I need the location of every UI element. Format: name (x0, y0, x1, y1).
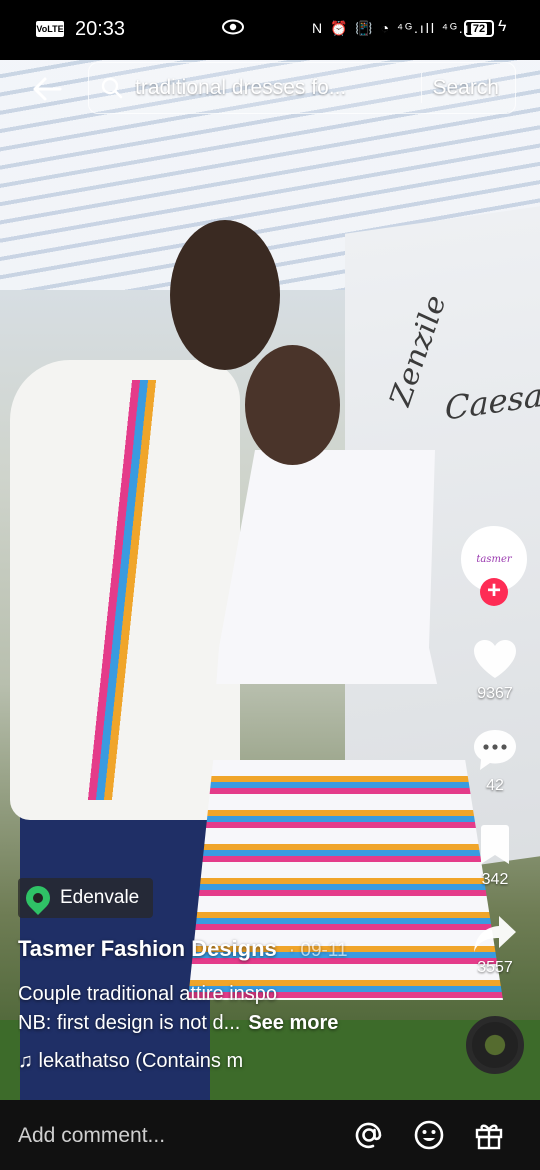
volte-badge: VoLTE 2 (36, 21, 64, 50)
caption-line-1: Couple traditional attire inspo (18, 983, 278, 1005)
bookmark-icon (481, 825, 509, 864)
location-name: Edenvale (60, 887, 140, 908)
back-button[interactable] (28, 70, 66, 108)
emoji-icon (414, 1120, 444, 1150)
like-button[interactable]: 9367 (465, 638, 525, 703)
woman-head (245, 345, 340, 465)
system-status-icons: N ⏰ 📳 ◔ ⁴ᴳ.ıll ⁴ᴳ.ıll (312, 20, 481, 36)
back-arrow-icon (33, 77, 62, 101)
battery-icon: 72 (464, 20, 494, 37)
charging-icon: ϟ (498, 18, 507, 35)
post-date: · 09-11 (288, 940, 348, 961)
share-button[interactable]: 3557 (465, 914, 525, 977)
heart-icon (474, 640, 516, 678)
emoji-button[interactable] (412, 1118, 446, 1152)
gift-icon (475, 1124, 503, 1150)
share-arrow-icon (474, 916, 516, 952)
status-bar: VoLTE 2 20:33 N ⏰ 📳 ◔ ⁴ᴳ.ıll ⁴ᴳ.ıll 72 ϟ (0, 0, 540, 60)
share-count: 3557 (477, 959, 513, 976)
search-divider (421, 73, 423, 103)
signage-text-caesar: Caesar (445, 373, 540, 428)
man-head (170, 220, 280, 370)
author-label: Tasmer Fashion Designs (18, 936, 277, 961)
see-more-link[interactable]: See more (248, 1012, 338, 1034)
search-input[interactable]: traditional dresses fo... (135, 76, 411, 100)
caption-line-2: NB: first design is not d... (18, 1012, 241, 1034)
signage-text-zenzile: Zenzile (382, 292, 454, 410)
caption-line-2-wrap: NB: first design is not d... See more (18, 1009, 458, 1038)
caption[interactable]: Couple traditional attire inspo NB: firs… (18, 980, 458, 1038)
author-name[interactable]: Tasmer Fashion Designs · 09-11 (18, 936, 348, 962)
woman-dress-skirt (188, 760, 503, 1000)
location-pin-icon (21, 881, 55, 915)
search-button[interactable]: Search (432, 76, 515, 100)
comment-input[interactable]: Add comment... (18, 1124, 165, 1148)
search-box[interactable]: traditional dresses fo... Search (88, 62, 516, 114)
mention-button[interactable] (352, 1118, 386, 1152)
search-icon (89, 77, 135, 99)
at-sign-icon (355, 1122, 382, 1149)
like-count: 9367 (477, 685, 513, 702)
music-disc-icon[interactable] (466, 1016, 524, 1074)
comment-button[interactable]: 42 (465, 728, 525, 795)
follow-button[interactable]: + (480, 578, 508, 606)
eye-icon (222, 18, 244, 41)
avatar-logo: tasmer (476, 553, 512, 565)
gift-button[interactable] (472, 1118, 506, 1152)
status-time: 20:33 (75, 18, 126, 40)
comment-bubble-icon (474, 730, 516, 770)
music-ticker[interactable]: ♫ lekathatso (Contains m (18, 1050, 293, 1073)
battery-level: 72 (470, 22, 488, 35)
comment-bar: Add comment... (0, 1100, 540, 1170)
comment-count: 42 (486, 777, 504, 794)
location-tag[interactable]: Edenvale (18, 878, 154, 918)
save-button[interactable]: 342 (465, 824, 525, 889)
save-count: 342 (481, 871, 509, 888)
